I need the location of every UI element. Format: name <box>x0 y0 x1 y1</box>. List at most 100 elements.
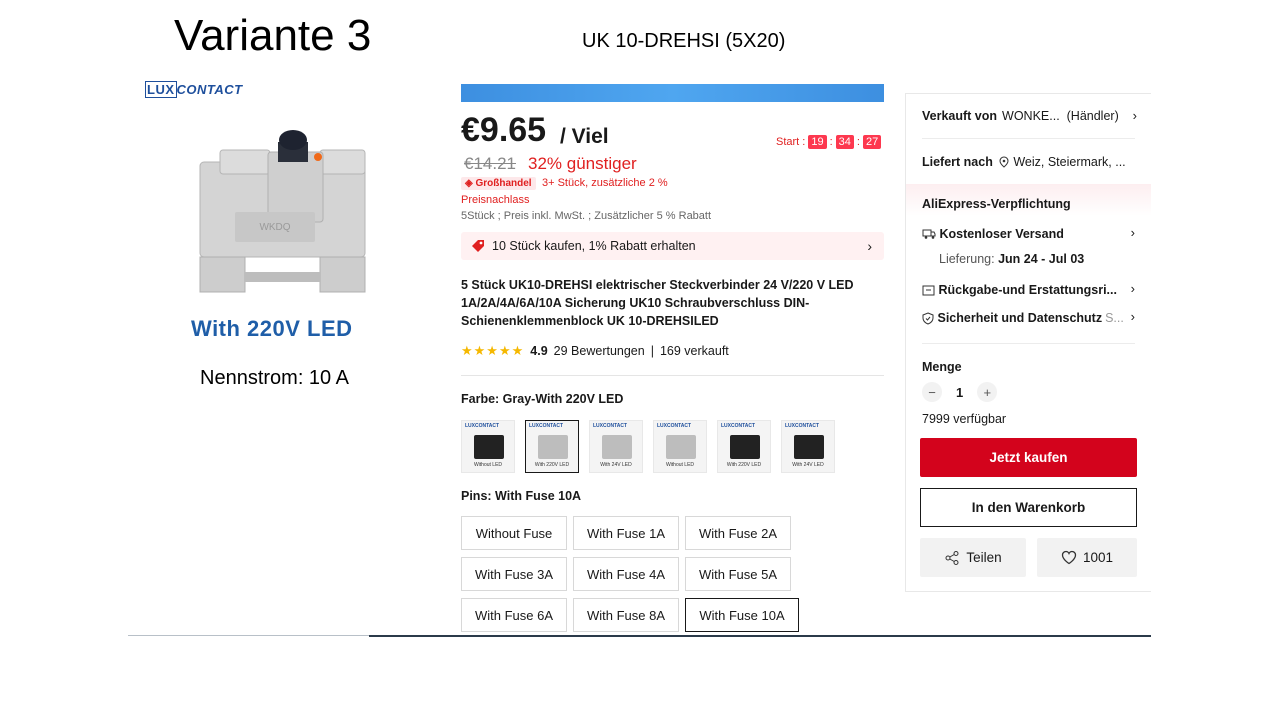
truck-icon <box>922 229 936 239</box>
share-label: Teilen <box>966 550 1002 565</box>
seller-row[interactable]: Verkauft von WONKE... (Händler) <box>922 109 1119 123</box>
qty-plus-button[interactable]: + <box>977 382 998 402</box>
wholesale-badge-label: Großhandel <box>475 178 532 189</box>
old-price: €14.21 <box>464 154 516 173</box>
tax-note: 5Stück ; Preis inkl. MwSt. ; Zusätzliche… <box>461 210 712 222</box>
swatch-thumb <box>666 435 696 459</box>
color-swatch-selected[interactable]: LUXCONTACT With 220V LED <box>525 420 579 473</box>
ship-to-row[interactable]: Liefert nach Weiz, Steiermark, ... <box>922 155 1126 169</box>
returns-row[interactable]: Rückgabe-und Erstattungsri... <box>922 283 1122 297</box>
chevron-right-icon: › <box>1130 225 1135 240</box>
din-rail-slot <box>245 272 320 282</box>
separator: | <box>650 344 654 358</box>
buy-now-button[interactable]: Jetzt kaufen <box>920 438 1137 477</box>
wholesale-text-line2: Preisnachlass <box>461 194 530 206</box>
divider <box>461 375 884 376</box>
seller-name[interactable]: WONKE... <box>1002 109 1060 123</box>
swatch-brand: LUXCONTACT <box>465 423 500 429</box>
divider <box>128 635 369 636</box>
delivery-label: Lieferung: <box>939 252 995 266</box>
din-foot-left <box>199 256 246 293</box>
discount-text: 32% günstiger <box>528 154 637 173</box>
brand-logo: LUX CONTACT <box>145 81 243 98</box>
shield-icon <box>922 311 934 325</box>
pin-option[interactable]: With Fuse 5A <box>685 557 791 591</box>
color-swatch[interactable]: LUXCONTACT With 24V LED <box>781 420 835 473</box>
color-swatch[interactable]: LUXCONTACT With 220V LED <box>717 420 771 473</box>
free-shipping-row[interactable]: Kostenloser Versand <box>922 227 1069 241</box>
pin-option[interactable]: With Fuse 2A <box>685 516 791 550</box>
slide-subtitle: UK 10-DREHSI (5X20) <box>582 30 786 52</box>
led-label: With 220V LED <box>191 316 353 341</box>
ship-location: Weiz, Steiermark, ... <box>1013 155 1126 169</box>
product-image: WKDQ <box>199 130 366 293</box>
fuse-cap-top <box>279 130 307 150</box>
qty-value[interactable]: 1 <box>956 385 963 400</box>
heart-icon <box>1061 550 1077 565</box>
rating-row[interactable]: ★★★★★ 4.9 29 Bewertungen | 169 verkauft <box>461 343 729 359</box>
swatch-brand: LUXCONTACT <box>593 423 628 429</box>
qty-minus-button[interactable]: − <box>922 382 942 402</box>
swatch-thumb <box>602 435 632 459</box>
add-to-cart-button[interactable]: In den Warenkorb <box>920 488 1137 527</box>
color-label: Farbe: Gray-With 220V LED <box>461 392 624 406</box>
product-title: 5 Stück UK10-DREHSI elektrischer Steckve… <box>461 278 854 328</box>
color-swatch[interactable]: LUXCONTACT Without LED <box>653 420 707 473</box>
delivery-row: Lieferung: Jun 24 - Jul 03 <box>939 252 1089 266</box>
bulk-discount-bar[interactable]: 10 Stück kaufen, 1% Rabatt erhalten › <box>461 232 884 260</box>
terminal-top-right <box>319 149 366 175</box>
swatch-caption: With 24V LED <box>792 462 824 468</box>
color-swatch[interactable]: LUXCONTACT Without LED <box>461 420 515 473</box>
quantity-label: Menge <box>922 360 967 374</box>
swatch-caption: With 24V LED <box>600 462 632 468</box>
security-row[interactable]: Sicherheit und Datenschutz S... <box>922 311 1124 325</box>
promo-banner[interactable] <box>461 84 884 102</box>
swatch-brand: LUXCONTACT <box>529 423 564 429</box>
share-icon <box>945 550 959 565</box>
pin-option[interactable]: With Fuse 3A <box>461 557 567 591</box>
swatch-caption: With 220V LED <box>726 462 762 468</box>
divider <box>922 138 1135 139</box>
countdown-seconds: 27 <box>862 135 882 149</box>
wishlist-button[interactable]: 1001 <box>1037 538 1137 577</box>
bulk-discount-text: 10 Stück kaufen, 1% Rabatt erhalten <box>492 239 696 253</box>
wishlist-count: 1001 <box>1082 550 1114 565</box>
terminal-center <box>267 151 324 223</box>
pin-option[interactable]: With Fuse 1A <box>573 516 679 550</box>
pin-option[interactable]: With Fuse 8A <box>573 598 679 632</box>
return-box-icon <box>922 285 935 296</box>
color-swatch[interactable]: LUXCONTACT With 24V LED <box>589 420 643 473</box>
tag-icon: ◈ <box>465 178 476 189</box>
pin-option[interactable]: Without Fuse <box>461 516 567 550</box>
swatch-caption: With 220V LED <box>534 462 570 468</box>
countdown-hours: 19 <box>808 135 827 149</box>
free-shipping-label: Kostenloser Versand <box>939 227 1064 241</box>
pin-option[interactable]: With Fuse 4A <box>573 557 679 591</box>
pin-option[interactable]: With Fuse 6A <box>461 598 567 632</box>
swatch-thumb <box>538 435 568 459</box>
chevron-right-icon: › <box>867 238 872 254</box>
swatch-caption: Without LED <box>473 462 503 468</box>
swatch-thumb <box>794 435 824 459</box>
returns-label: Rückgabe-und Erstattungsri... <box>938 283 1117 297</box>
brand-logo-box: LUX <box>145 81 177 98</box>
terminal-top-left <box>219 149 271 175</box>
stock-text: 7999 verfügbar <box>922 412 1007 426</box>
countdown-minutes: 34 <box>835 135 854 149</box>
countdown-label: Start : <box>776 136 806 148</box>
stock-info: 7999 verfügbar <box>922 412 1006 426</box>
seller-label: Verkauft von <box>922 109 998 123</box>
review-count[interactable]: 29 Bewertungen <box>554 344 645 358</box>
swatch-caption: Without LED <box>665 462 695 468</box>
price-unit: / Viel <box>560 125 609 148</box>
ship-label: Liefert nach <box>922 155 993 169</box>
countdown-colon: : <box>856 136 860 148</box>
rated-current: Nennstrom: 10 A <box>200 367 349 389</box>
share-button[interactable]: Teilen <box>920 538 1026 577</box>
divider <box>922 343 1135 344</box>
rating-value: 4.9 <box>530 344 548 358</box>
star-rating-icon: ★★★★★ <box>461 343 525 358</box>
pin-option-selected[interactable]: With Fuse 10A <box>685 598 799 632</box>
seller-type: (Händler) <box>1066 109 1119 123</box>
slide-title: Variante 3 <box>174 11 372 60</box>
